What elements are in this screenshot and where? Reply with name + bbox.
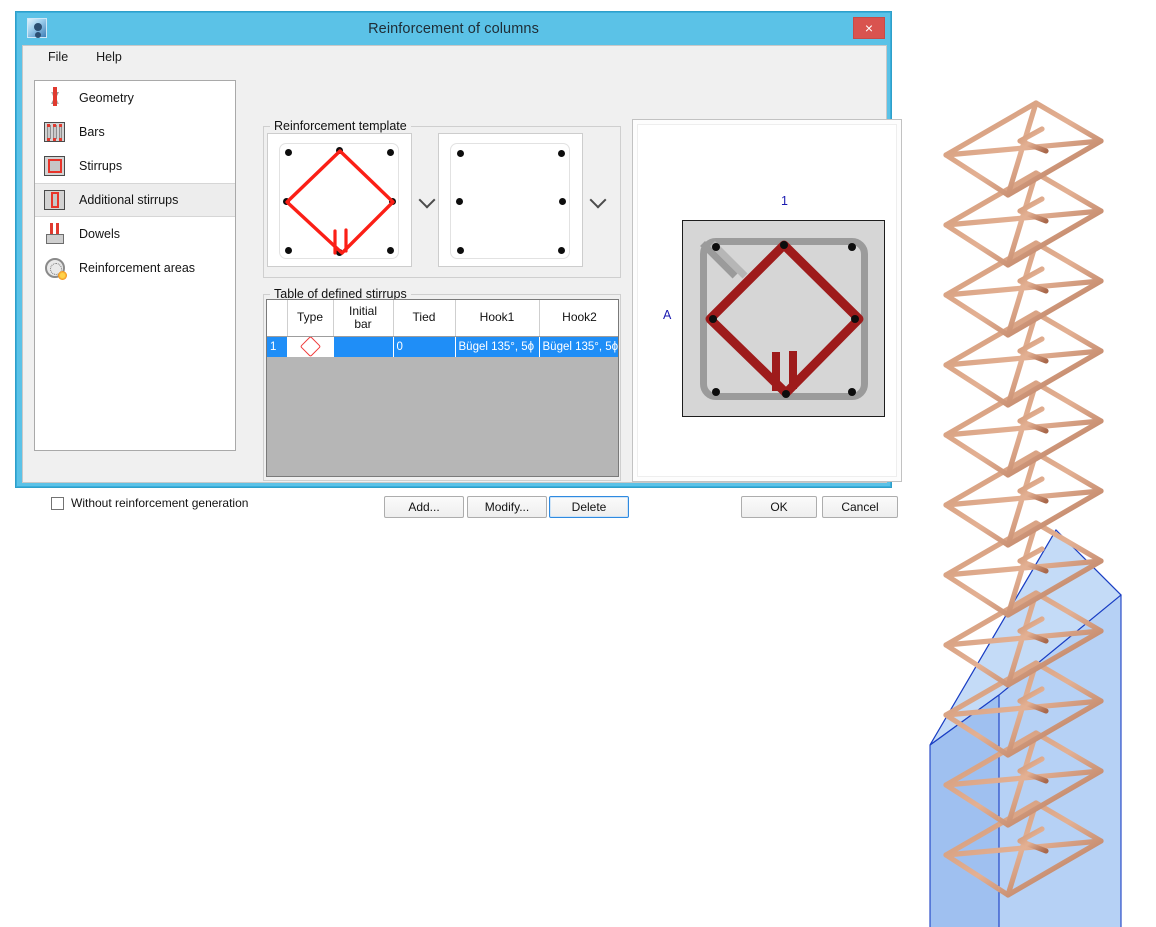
col-header-hook1[interactable]: Hook1 [455, 300, 540, 337]
without-reinforcement-generation-label: Without reinforcement generation [71, 496, 249, 510]
preview-canvas: 1 A [637, 124, 897, 477]
menu-item-help[interactable]: Help [93, 49, 125, 68]
col-header-index[interactable] [267, 300, 288, 337]
cell-type[interactable] [287, 336, 334, 357]
rebar-cage-render [929, 86, 1122, 927]
sidebar-item-label: Additional stirrups [79, 193, 179, 207]
column-reinforcement-3d-view[interactable] [896, 55, 1156, 927]
col-header-type[interactable]: Type [287, 300, 334, 337]
add-button[interactable]: Add... [384, 496, 464, 518]
diamond-stirrup-shape [285, 149, 395, 255]
window-title: Reinforcement of columns [368, 21, 539, 37]
chevron-down-icon[interactable] [418, 191, 436, 209]
cell-tied: 0 [393, 336, 456, 357]
col-header-tied[interactable]: Tied [393, 300, 456, 337]
close-icon[interactable]: × [853, 17, 885, 39]
dialog-client-area: File Help Geometry Bars Stirrups Additio… [22, 45, 902, 518]
title-bar: Reinforcement of columns × [17, 13, 890, 45]
sidebar-item-label: Bars [79, 125, 105, 139]
defined-stirrups-group: Table of defined stirrups Type Initial b… [263, 287, 621, 481]
without-generation-row: Without reinforcement generation [51, 496, 248, 510]
sidebar-item-label: Stirrups [79, 159, 123, 173]
table-row[interactable]: 1 0 Bügel 135°, 5ϕ Bügel 135°, 5ϕ [267, 336, 618, 357]
reinforcement-template-group: Reinforcement template [263, 119, 621, 278]
reinforcement-areas-icon [42, 255, 68, 281]
cell-initial-bar [333, 336, 394, 357]
section-label-top: 1 [781, 194, 788, 208]
additional-stirrups-icon [42, 187, 68, 213]
col-header-initial-bar[interactable]: Initial bar [333, 300, 394, 337]
sidebar-item-label: Dowels [79, 227, 120, 241]
sidebar-item-reinforcement-areas[interactable]: Reinforcement areas [35, 251, 235, 285]
ok-button[interactable]: OK [741, 496, 817, 518]
menu-bar: File Help [23, 46, 886, 68]
stirrups-table: Type Initial bar Tied Hook1 Hook2 1 0 Bü… [267, 300, 618, 357]
col-header-hook2[interactable]: Hook2 [539, 300, 618, 337]
reinforcement-template-label: Reinforcement template [270, 119, 411, 133]
sidebar-item-geometry[interactable]: Geometry [35, 81, 235, 115]
section-label-left: A [663, 308, 672, 322]
menu-item-file[interactable]: File [45, 49, 71, 68]
table-header-row: Type Initial bar Tied Hook1 Hook2 [267, 300, 618, 337]
template-preview-diamond [279, 143, 399, 259]
cell-index: 1 [267, 336, 288, 357]
stirrups-icon [42, 153, 68, 179]
sidebar-item-label: Reinforcement areas [79, 261, 196, 275]
reinforcement-dialog-window: Reinforcement of columns × File Help Geo… [16, 12, 902, 518]
without-reinforcement-generation-checkbox[interactable] [51, 496, 64, 510]
sidebar-item-dowels[interactable]: Dowels [35, 217, 235, 251]
modify-button[interactable]: Modify... [467, 496, 547, 518]
cancel-button[interactable]: Cancel [822, 496, 898, 518]
sidebar-item-bars[interactable]: Bars [35, 115, 235, 149]
cell-hook1: Bügel 135°, 5ϕ [455, 336, 540, 357]
navigation-sidebar: Geometry Bars Stirrups Additional stirru… [34, 80, 236, 451]
cross-section-preview-panel[interactable]: 1 A [632, 119, 902, 482]
template-card-diamond[interactable] [267, 133, 436, 267]
geometry-icon [42, 85, 68, 111]
template-preview-empty [450, 143, 570, 259]
sidebar-item-label: Geometry [79, 91, 134, 105]
bars-icon [42, 119, 68, 145]
app-icon [27, 18, 47, 38]
diamond-stirrup-icon [299, 336, 321, 357]
sidebar-item-stirrups[interactable]: Stirrups [35, 149, 235, 183]
column-cross-section [682, 220, 885, 417]
template-card-empty[interactable] [438, 133, 607, 267]
dowels-icon [42, 221, 68, 247]
stirrups-table-container: Type Initial bar Tied Hook1 Hook2 1 0 Bü… [266, 299, 619, 477]
sidebar-item-additional-stirrups[interactable]: Additional stirrups [35, 183, 235, 217]
cell-hook2: Bügel 135°, 5ϕ [539, 336, 618, 357]
delete-button[interactable]: Delete [549, 496, 629, 518]
chevron-down-icon[interactable] [589, 191, 607, 209]
